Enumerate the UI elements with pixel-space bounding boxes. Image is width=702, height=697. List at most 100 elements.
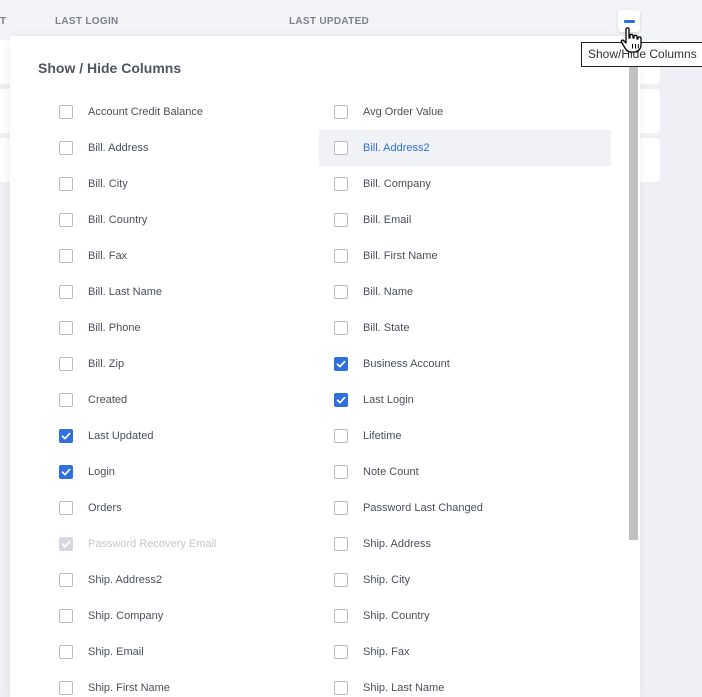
- checkbox[interactable]: [334, 321, 348, 335]
- column-option-ship-city[interactable]: Ship. City: [319, 562, 611, 598]
- checkbox[interactable]: [59, 285, 73, 299]
- checkbox[interactable]: [334, 177, 348, 191]
- option-label: Avg Order Value: [363, 106, 444, 118]
- option-label: Bill. Name: [363, 286, 414, 298]
- checkbox[interactable]: [59, 249, 73, 263]
- option-label: Ship. Address2: [88, 574, 162, 586]
- option-label: Last Login: [363, 394, 414, 406]
- column-option-last-updated[interactable]: Last Updated: [44, 418, 336, 454]
- checkbox[interactable]: [59, 213, 73, 227]
- checkbox[interactable]: [59, 501, 73, 515]
- column-option-bill-name[interactable]: Bill. Name: [319, 274, 611, 310]
- checkbox[interactable]: [334, 357, 348, 371]
- column-option-bill-first-name[interactable]: Bill. First Name: [319, 238, 611, 274]
- column-option-ship-last-name[interactable]: Ship. Last Name: [319, 670, 611, 697]
- option-label: Bill. First Name: [363, 250, 438, 262]
- checkbox[interactable]: [59, 465, 73, 479]
- column-option-ship-fax[interactable]: Ship. Fax: [319, 634, 611, 670]
- checkbox[interactable]: [334, 429, 348, 443]
- checkbox[interactable]: [59, 357, 73, 371]
- option-label: Bill. Phone: [88, 322, 141, 334]
- option-label: Login: [88, 466, 115, 478]
- checkbox[interactable]: [334, 681, 348, 695]
- checkbox[interactable]: [59, 321, 73, 335]
- column-header-partial[interactable]: T: [0, 16, 6, 27]
- column-option-bill-email[interactable]: Bill. Email: [319, 202, 611, 238]
- column-option-lifetime[interactable]: Lifetime: [319, 418, 611, 454]
- minus-icon: [623, 19, 635, 23]
- column-option-bill-address2[interactable]: Bill. Address2: [319, 130, 611, 166]
- column-option-ship-company[interactable]: Ship. Company: [44, 598, 336, 634]
- checkbox[interactable]: [59, 609, 73, 623]
- column-option-bill-zip[interactable]: Bill. Zip: [44, 346, 336, 382]
- column-option-password-last-changed[interactable]: Password Last Changed: [319, 490, 611, 526]
- checkbox[interactable]: [59, 105, 73, 119]
- column-option-avg-order-value[interactable]: Avg Order Value: [319, 94, 611, 130]
- checkbox: [59, 537, 73, 551]
- column-option-bill-address[interactable]: Bill. Address: [44, 130, 336, 166]
- checkbox[interactable]: [59, 645, 73, 659]
- column-option-account-credit-balance[interactable]: Account Credit Balance: [44, 94, 336, 130]
- checkbox[interactable]: [334, 213, 348, 227]
- column-header-last-login[interactable]: LAST LOGIN: [55, 16, 119, 27]
- checkbox[interactable]: [59, 141, 73, 155]
- checkbox[interactable]: [59, 177, 73, 191]
- option-label: Ship. City: [363, 574, 411, 586]
- checkmark-icon: [61, 540, 71, 548]
- option-label: Bill. Zip: [88, 358, 125, 370]
- column-option-bill-last-name[interactable]: Bill. Last Name: [44, 274, 336, 310]
- column-option-bill-fax[interactable]: Bill. Fax: [44, 238, 336, 274]
- option-label: Password Recovery Email: [88, 538, 217, 550]
- checkbox[interactable]: [334, 285, 348, 299]
- column-option-created[interactable]: Created: [44, 382, 336, 418]
- option-label: Orders: [88, 502, 122, 514]
- checkbox[interactable]: [59, 429, 73, 443]
- checkbox[interactable]: [59, 681, 73, 695]
- column-option-ship-country[interactable]: Ship. Country: [319, 598, 611, 634]
- column-option-bill-company[interactable]: Bill. Company: [319, 166, 611, 202]
- checkbox[interactable]: [334, 609, 348, 623]
- show-hide-columns-panel: Show / Hide Columns Account Credit Balan…: [10, 36, 638, 697]
- option-label: Business Account: [363, 358, 450, 370]
- checkbox[interactable]: [59, 573, 73, 587]
- checkmark-icon: [61, 468, 71, 476]
- table-header: T LAST LOGIN LAST UPDATED: [0, 0, 702, 40]
- column-option-bill-state[interactable]: Bill. State: [319, 310, 611, 346]
- column-option-ship-email[interactable]: Ship. Email: [44, 634, 336, 670]
- option-label: Bill. Last Name: [88, 286, 162, 298]
- checkmark-icon: [336, 396, 346, 404]
- column-option-bill-phone[interactable]: Bill. Phone: [44, 310, 336, 346]
- option-label: Bill. Country: [88, 214, 148, 226]
- checkbox[interactable]: [334, 393, 348, 407]
- column-option-bill-city[interactable]: Bill. City: [44, 166, 336, 202]
- option-label: Note Count: [363, 466, 419, 478]
- column-option-business-account[interactable]: Business Account: [319, 346, 611, 382]
- option-label: Account Credit Balance: [88, 106, 203, 118]
- column-option-ship-address[interactable]: Ship. Address: [319, 526, 611, 562]
- checkbox[interactable]: [59, 393, 73, 407]
- checkmark-icon: [61, 432, 71, 440]
- column-option-ship-first-name[interactable]: Ship. First Name: [44, 670, 336, 697]
- column-option-last-login[interactable]: Last Login: [319, 382, 611, 418]
- panel-title: Show / Hide Columns: [38, 60, 182, 76]
- column-option-ship-address2[interactable]: Ship. Address2: [44, 562, 336, 598]
- column-header-last-updated[interactable]: LAST UPDATED: [289, 16, 369, 27]
- column-option-bill-country[interactable]: Bill. Country: [44, 202, 336, 238]
- checkbox[interactable]: [334, 105, 348, 119]
- checkmark-icon: [336, 360, 346, 368]
- checkbox[interactable]: [334, 249, 348, 263]
- checkbox[interactable]: [334, 645, 348, 659]
- scrollbar-thumb[interactable]: [629, 62, 638, 540]
- checkbox[interactable]: [334, 141, 348, 155]
- checkbox[interactable]: [334, 465, 348, 479]
- checkbox[interactable]: [334, 537, 348, 551]
- option-label: Ship. Email: [88, 646, 144, 658]
- checkbox[interactable]: [334, 573, 348, 587]
- column-option-login[interactable]: Login: [44, 454, 336, 490]
- column-option-orders[interactable]: Orders: [44, 490, 336, 526]
- left-column-options: Account Credit Balance Bill. Address Bill.…: [44, 94, 336, 697]
- option-label: Bill. Address2: [363, 142, 430, 154]
- checkbox[interactable]: [334, 501, 348, 515]
- option-label: Ship. Address: [363, 538, 431, 550]
- column-option-note-count[interactable]: Note Count: [319, 454, 611, 490]
